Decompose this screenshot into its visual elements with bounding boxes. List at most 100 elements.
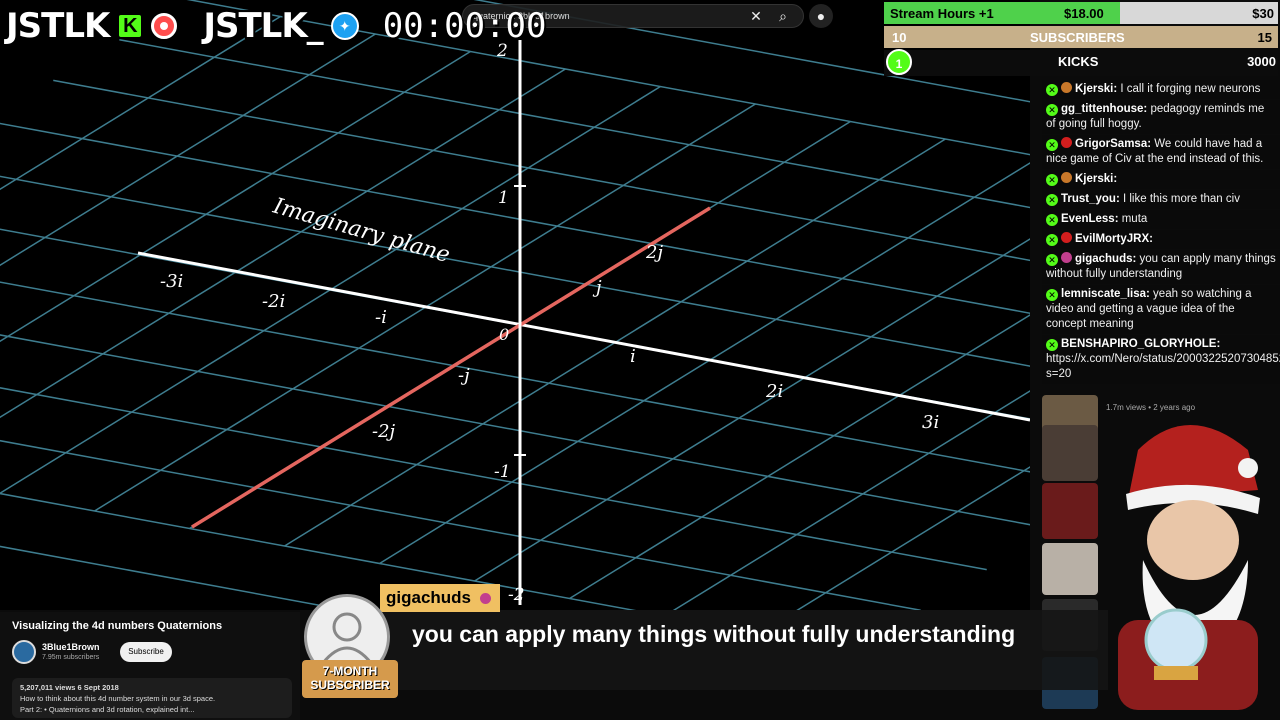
chat-username[interactable]: Trust_you:	[1061, 193, 1120, 205]
alert-message: you can apply many things without fully …	[412, 621, 1016, 647]
stream-hours-amount: $18.00	[1064, 6, 1104, 21]
chat-username[interactable]: BENSHAPIRO_GLORYHOLE:	[1061, 338, 1220, 350]
chat-username[interactable]: EvilMortyJRX:	[1075, 233, 1153, 245]
chat-message: ✕ gigachuds: you can apply many things wi…	[1042, 250, 1280, 284]
subscriber-badge-line2: SUBSCRIBER	[310, 678, 390, 692]
kick-badge-icon: ✕	[1046, 139, 1058, 151]
chat-message: ✕ BENSHAPIRO_GLORYHOLE: https://x.com/Ner…	[1042, 335, 1280, 384]
microphone-icon[interactable]: ●	[809, 4, 833, 28]
real-tick-label: -i	[375, 307, 387, 328]
kicks-goal: 3000	[1247, 54, 1276, 69]
video-title: Visualizing the 4d numbers Quaternions	[12, 620, 223, 632]
real-axis	[137, 251, 1030, 422]
user-badge-icon	[1061, 82, 1072, 93]
user-badge-icon	[1061, 137, 1072, 148]
subscribers-bar: 10 SUBSCRIBERS 15	[884, 26, 1278, 48]
user-badge-icon	[1061, 252, 1072, 263]
santa-mascot	[1118, 425, 1260, 710]
chat-message: ✕ Trust_you: I like this more than civ	[1042, 190, 1280, 209]
chat-username[interactable]: EvenLess:	[1061, 213, 1119, 225]
kick-badge-icon: ✕	[1046, 214, 1058, 226]
chat-username[interactable]: Kjerski:	[1075, 173, 1117, 185]
chat-username[interactable]: gg_tittenhouse:	[1061, 103, 1147, 115]
j-tick-label: -2j	[372, 421, 396, 442]
chat-text: https://x.com/Nero/status/20003225207304…	[1046, 353, 1280, 380]
j-tick-label: 2j	[645, 242, 663, 263]
video-player[interactable]: -3i -2i -i i 2i 3i -2j -j j 2j 2 1 -1 -2 0 Imaginary pl…	[0, 0, 1030, 610]
video-description[interactable]: 5,207,011 views 6 Sept 2018 How to think…	[12, 678, 292, 718]
clear-search-icon[interactable]: ✕	[744, 4, 768, 28]
grid-line	[0, 387, 987, 571]
channel-subscribers: 7.95m subscribers	[42, 654, 100, 661]
real-tick-label: i	[630, 346, 636, 367]
user-badge-icon	[1061, 172, 1072, 183]
logo-kick-text: JSTLK	[6, 6, 110, 46]
stream-hours-goal: $30	[1252, 6, 1274, 21]
chat-username[interactable]: GrigorSamsa:	[1075, 138, 1151, 150]
record-icon	[151, 13, 178, 39]
channel-avatar[interactable]	[12, 640, 36, 664]
chat-message: ✕ Kjerski:	[1042, 170, 1280, 189]
chat-message: ✕ lemniscate_lisa: yeah so watching a vid…	[1042, 285, 1280, 334]
kick-badge-icon: ✕	[1046, 174, 1058, 186]
kick-badge-icon: ✕	[1046, 339, 1058, 351]
grid-line	[0, 334, 1030, 526]
kick-badge-icon: ✕	[1046, 194, 1058, 206]
kick-badge-icon: ✕	[1046, 234, 1058, 246]
stream-hours-bar: Stream Hours +1 $18.00 $30	[884, 2, 1278, 24]
logo-twitter-text: JSTLK_	[203, 6, 323, 46]
chat-message: ✕ EvilMortyJRX:	[1042, 230, 1280, 249]
stream-goals: Stream Hours +1 $18.00 $30 10 SUBSCRIBER…	[884, 2, 1278, 78]
subscribe-button[interactable]: Subscribe	[120, 642, 172, 662]
j-tick-label: -j	[458, 365, 470, 386]
stream-branding: JSTLK K JSTLK_ ✦ 00:00:00	[6, 6, 546, 46]
real-tick-label: -2i	[262, 291, 285, 312]
kick-badge-icon: ✕	[1046, 289, 1058, 301]
j-axis	[191, 206, 711, 529]
kick-icon: K	[117, 13, 144, 39]
subscriber-badge-line1: 7-MONTH	[322, 664, 378, 678]
chat-message: ✕ gg_tittenhouse: pedagogy reminds me of …	[1042, 100, 1280, 134]
description-line: How to think about this 4d number system…	[20, 694, 216, 703]
user-badge-icon	[1061, 232, 1072, 243]
chat-alert: you can apply many things without fully …	[300, 584, 1108, 720]
kicks-count: 1	[886, 49, 912, 75]
alert-message-box: you can apply many things without fully …	[380, 610, 1108, 690]
origin-label: 0	[499, 325, 509, 344]
stream-hours-label: Stream Hours +1	[890, 6, 994, 21]
subscriber-badge: 7-MONTH SUBSCRIBER	[302, 660, 398, 698]
real-tick-label: -3i	[160, 271, 183, 292]
video-thumbnail[interactable]	[1042, 483, 1098, 539]
chat-text: muta	[1118, 213, 1148, 225]
kicks-label: KICKS	[1058, 54, 1099, 69]
chat-username[interactable]: Kjerski:	[1075, 83, 1117, 95]
video-thumbnail[interactable]	[1042, 425, 1098, 481]
chat-message: ✕ Kjerski: I call it forging new neurons	[1042, 80, 1280, 99]
chat-username[interactable]: lemniscate_lisa:	[1061, 288, 1150, 300]
real-tick-label: 2i	[765, 381, 783, 402]
chat-message: ✕ GrigorSamsa: We could have had a nice g…	[1042, 135, 1280, 169]
description-line: Part 2: • Quaternions and 3d rotation, e…	[20, 705, 195, 714]
video-info-panel: Visualizing the 4d numbers Quaternions 3…	[0, 612, 300, 720]
subs-current: 10	[892, 30, 907, 45]
user-badge-icon	[479, 593, 491, 604]
alert-username: gigachuds	[380, 584, 500, 612]
kick-badge-icon: ✕	[1046, 84, 1058, 96]
kick-badge-icon: ✕	[1046, 254, 1058, 266]
search-icon[interactable]: ⌕	[771, 4, 795, 28]
chat-panel: ✕ Kjerski: I call it forging new neurons ✕…	[1042, 80, 1280, 385]
chat-text: I call it forging new neurons	[1117, 83, 1261, 95]
quaternion-graph: -3i-2i-ii2i3i-2j-jj2j21-1-20Imaginary pl…	[0, 0, 1030, 610]
grid-line	[0, 281, 1030, 473]
subs-goal: 15	[1257, 30, 1272, 45]
grid-line	[0, 492, 637, 610]
kicks-bar: 1 KICKS 3000	[884, 49, 1278, 76]
kick-badge-icon: ✕	[1046, 104, 1058, 116]
channel-name[interactable]: 3Blue1Brown	[42, 642, 100, 652]
twitter-bird-icon: ✦	[330, 12, 359, 40]
chat-username[interactable]: gigachuds:	[1075, 253, 1136, 265]
stream-timer: 00:00:00	[382, 6, 547, 46]
vertical-tick-label: 1	[498, 188, 509, 208]
chat-message: ✕ EvenLess: muta	[1042, 210, 1280, 229]
real-tick-label: 3i	[922, 412, 939, 433]
